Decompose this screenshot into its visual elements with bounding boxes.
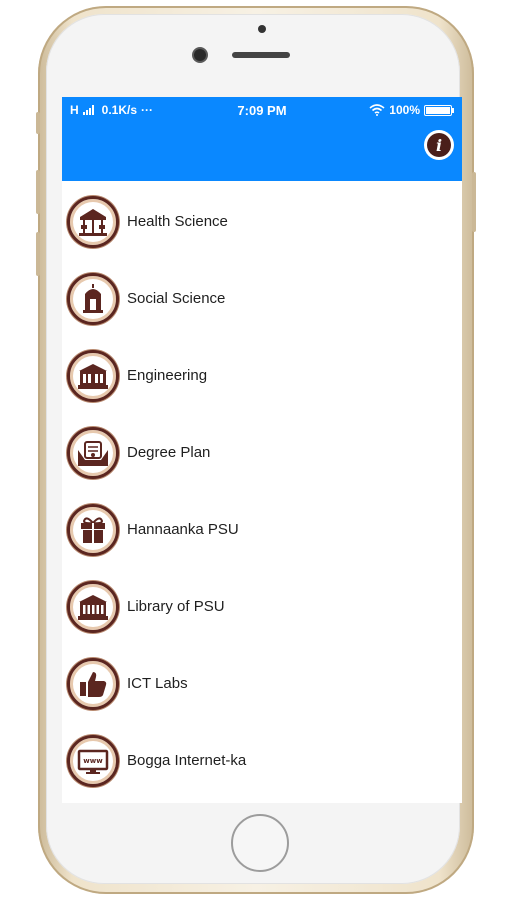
diploma-icon: [67, 426, 119, 479]
status-bar: H 0.1K/s ··· 7:09 PM 100%: [62, 97, 462, 123]
earpiece-speaker: [232, 52, 290, 58]
menu-item-hannaanka-psu[interactable]: Hannaanka PSU: [62, 491, 462, 568]
svg-text:www: www: [83, 757, 103, 765]
menu-item-degree-plan[interactable]: Degree Plan: [62, 414, 462, 491]
volume-up-button: [36, 170, 40, 214]
volume-down-button: [36, 232, 40, 276]
menu-item-label: Health Science: [127, 213, 228, 230]
menu-item-label: Social Science: [127, 290, 226, 307]
menu-item-label: Engineering: [127, 367, 208, 384]
menu-item-library-of-psu[interactable]: Library of PSU: [62, 568, 462, 645]
front-camera: [194, 49, 206, 61]
power-button: [472, 172, 476, 232]
menu-item-label: Degree Plan: [127, 444, 211, 461]
menu-item-social-science[interactable]: Social Science: [62, 260, 462, 337]
info-icon: i: [427, 133, 451, 157]
gift-icon: [67, 503, 119, 556]
building-icon: [67, 349, 119, 402]
menu-item-label: Hannaanka PSU: [127, 521, 239, 538]
app-bar: i: [62, 123, 462, 181]
menu-item-engineering[interactable]: Engineering: [62, 337, 462, 414]
menu-item-health-science[interactable]: Health Science: [62, 183, 462, 260]
clock: 7:09 PM: [237, 103, 287, 118]
mute-switch: [36, 112, 40, 134]
carousel-icon: [67, 195, 119, 248]
thumbs-up-icon: [67, 657, 119, 710]
menu-list: Health Science Social Science Engineerin…: [62, 181, 462, 799]
home-button[interactable]: [231, 814, 289, 872]
www-monitor-icon: www: [67, 734, 119, 787]
menu-item-bogga-internet-ka[interactable]: www Bogga Internet-ka: [62, 722, 462, 799]
menu-item-label: ICT Labs: [127, 675, 188, 692]
menu-item-label: Bogga Internet-ka: [127, 752, 247, 769]
library-icon: [67, 580, 119, 633]
shrine-icon: [67, 272, 119, 325]
info-button[interactable]: i: [424, 130, 454, 160]
battery-icon: [424, 104, 454, 116]
screen: H 0.1K/s ··· 7:09 PM 100% i Health Scien…: [62, 97, 462, 803]
menu-item-ict-labs[interactable]: ICT Labs: [62, 645, 462, 722]
proximity-sensor: [258, 25, 266, 33]
menu-item-label: Library of PSU: [127, 598, 225, 615]
